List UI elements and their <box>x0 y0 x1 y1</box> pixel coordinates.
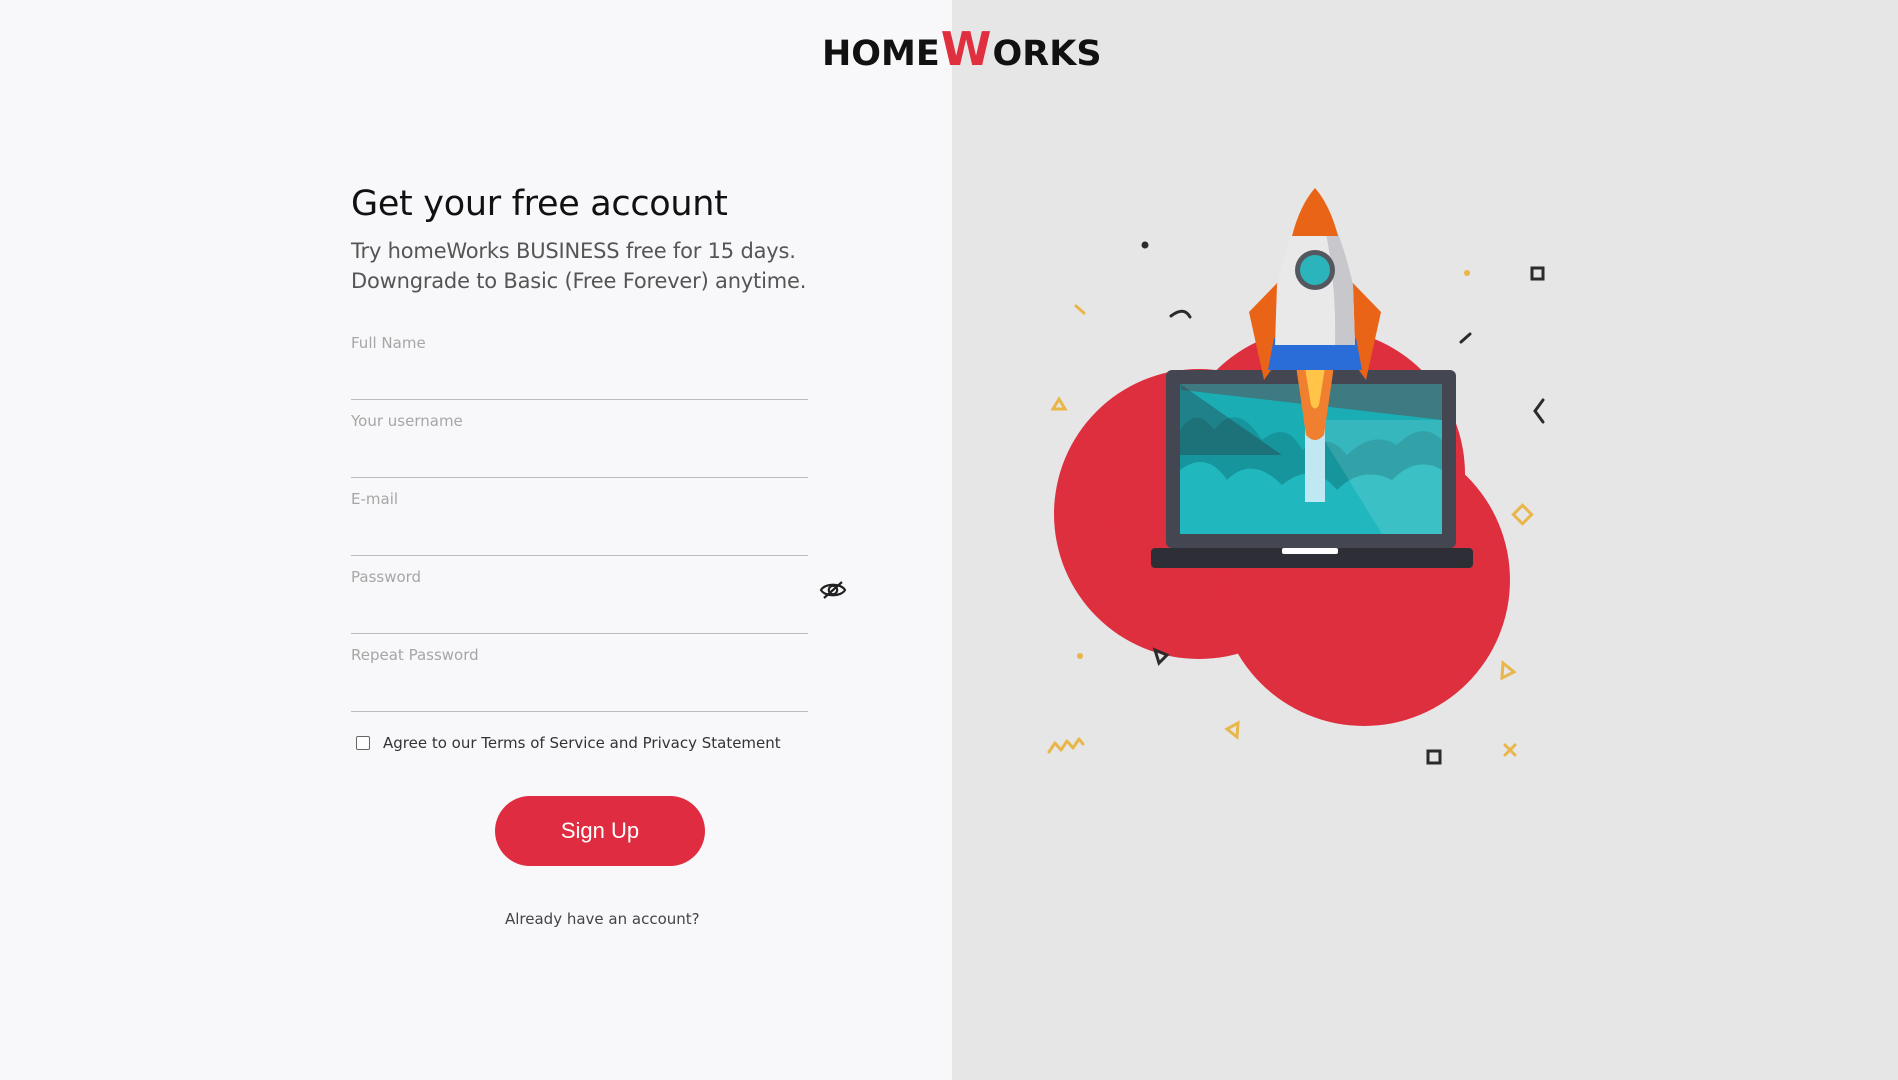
signup-form: Get your free account Try homeWorks BUSI… <box>351 180 911 712</box>
subtitle-line-2: Downgrade to Basic (Free Forever) anytim… <box>351 269 807 293</box>
username-field[interactable]: Your username <box>351 400 808 478</box>
full-name-label: Full Name <box>351 334 426 352</box>
page-subtitle: Try homeWorks BUSINESS free for 15 days.… <box>351 236 911 296</box>
password-field[interactable]: Password <box>351 556 808 634</box>
rocket-laptop-illustration <box>952 0 1898 1080</box>
subtitle-line-1: Try homeWorks BUSINESS free for 15 days. <box>351 239 796 263</box>
logo-text-orks: ORKS <box>992 34 1102 74</box>
terms-label: Agree to our Terms of Service and Privac… <box>383 734 781 752</box>
page-title: Get your free account <box>351 184 728 224</box>
form-fields: Full Name Your username E-mail Password … <box>351 322 911 712</box>
username-label: Your username <box>351 412 463 430</box>
email-label: E-mail <box>351 490 399 508</box>
repeat-password-field[interactable]: Repeat Password <box>351 634 808 712</box>
terms-checkbox[interactable] <box>356 736 370 750</box>
signup-page: HOME W ORKS Get your free account Try home… <box>0 0 1898 1080</box>
full-name-field[interactable]: Full Name <box>351 322 808 400</box>
logo-text-home: HOME <box>822 34 940 74</box>
email-field[interactable]: E-mail <box>351 478 808 556</box>
password-label: Password <box>351 568 422 586</box>
repeat-password-label: Repeat Password <box>351 646 479 664</box>
signup-button[interactable]: Sign Up <box>495 796 705 866</box>
homeworks-logo[interactable]: HOME W ORKS <box>822 22 1102 76</box>
eye-slash-icon[interactable] <box>818 578 848 602</box>
logo-text-w: W <box>940 22 992 76</box>
login-link[interactable]: Already have an account? <box>505 910 700 928</box>
terms-row[interactable]: Agree to our Terms of Service and Privac… <box>356 734 781 752</box>
